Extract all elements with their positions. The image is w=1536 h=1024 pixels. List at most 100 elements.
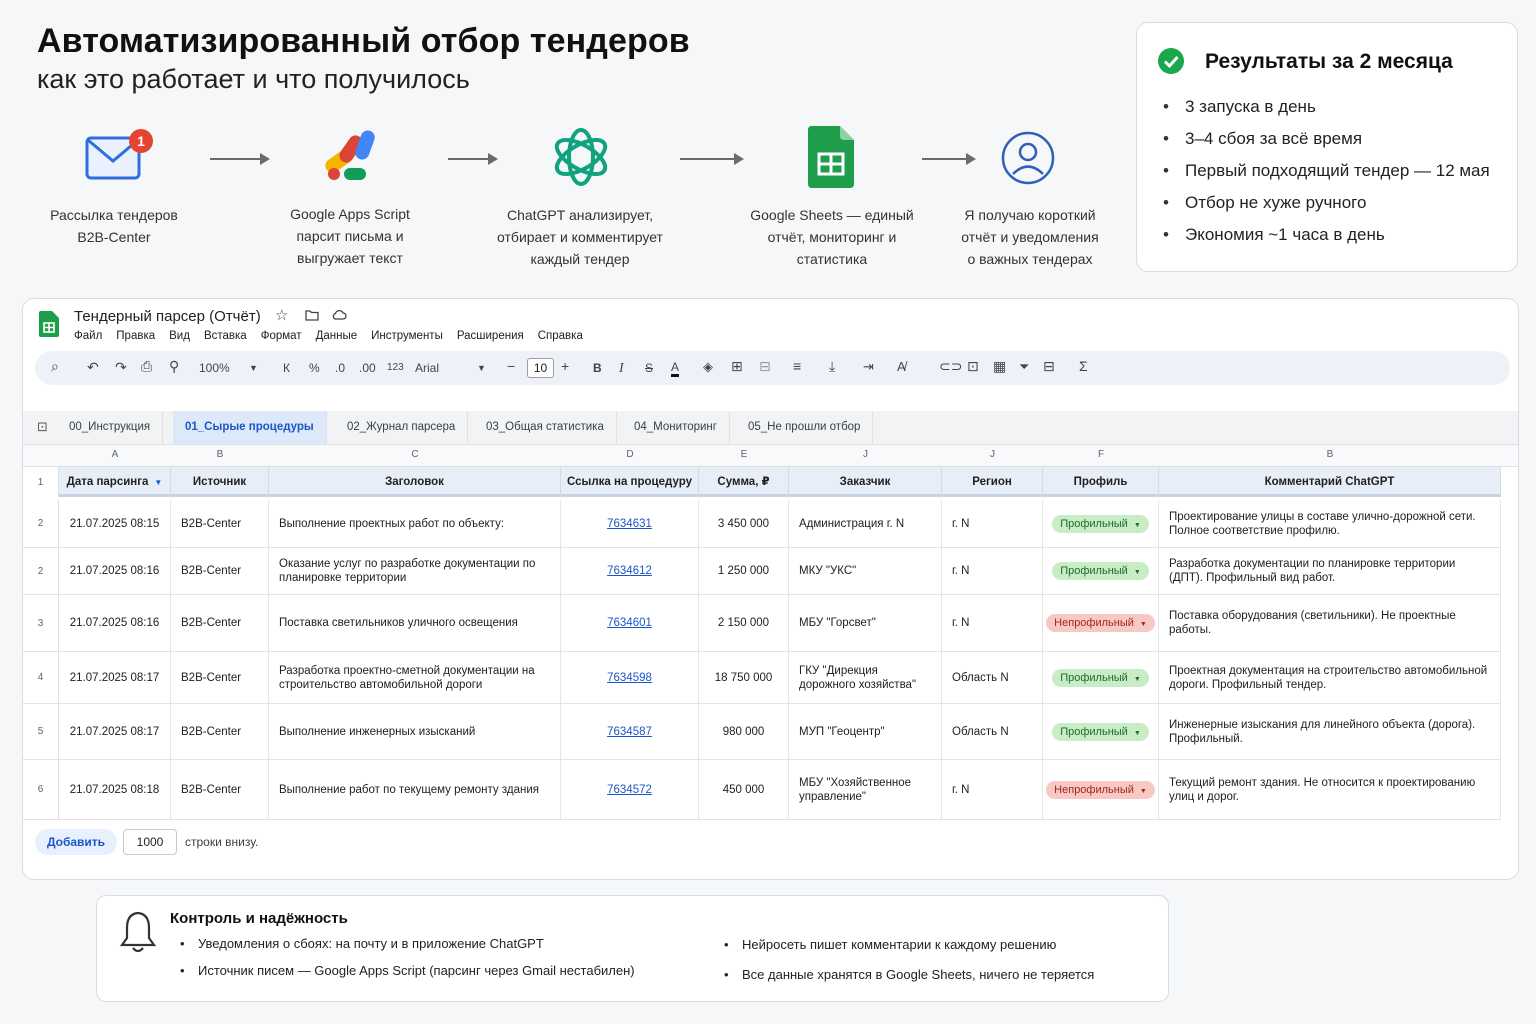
header-cell[interactable]: Ссылка на процедуру [561, 467, 699, 497]
font-size-input[interactable]: 10 [527, 358, 554, 378]
text-color-icon[interactable]: A [671, 361, 680, 377]
column-letter[interactable]: F [1043, 449, 1159, 460]
column-letter[interactable]: B [1159, 449, 1501, 460]
functions-icon[interactable]: Σ [1079, 358, 1088, 374]
table-cell-region[interactable]: г. N [942, 500, 1043, 547]
header-cell[interactable]: Профиль [1043, 467, 1159, 497]
menu-item-data[interactable]: Данные [316, 330, 358, 342]
table-cell-title[interactable]: Выполнение проектных работ по объекту: [269, 500, 561, 547]
menu-item-file[interactable]: Файл [74, 330, 102, 342]
table-cell-customer[interactable]: Администрация г. N [789, 500, 942, 547]
header-cell[interactable]: Заказчик [789, 467, 942, 497]
row-number[interactable]: 5 [23, 704, 59, 759]
row-number[interactable]: 3 [23, 595, 59, 651]
header-cell[interactable]: Сумма, ₽ [699, 467, 789, 497]
row-number[interactable]: 2 [23, 500, 59, 547]
table-cell-sum[interactable]: 3 450 000 [699, 500, 789, 547]
table-cell-customer[interactable]: МБУ "Хозяйственное управление" [789, 760, 942, 819]
redo-icon[interactable]: ↷ [115, 359, 127, 376]
document-title[interactable]: Тендерный парсер (Отчёт) [74, 308, 261, 325]
header-cell[interactable]: Регион [942, 467, 1043, 497]
filter-icon[interactable]: ⏷ [1019, 359, 1029, 375]
comment-icon[interactable]: ⊡ [967, 358, 979, 375]
table-cell-region[interactable]: г. N [942, 548, 1043, 594]
font-select[interactable]: Arial [415, 361, 439, 375]
borders-icon[interactable]: ⊞ [731, 358, 743, 375]
table-cell-date[interactable]: 21.07.2025 08:16 [59, 548, 171, 594]
bold-icon[interactable]: B [593, 361, 602, 375]
cloud-icon[interactable] [331, 309, 347, 321]
header-cell[interactable]: Заголовок [269, 467, 561, 497]
header-cell[interactable]: Дата парсинга ▼ [59, 467, 171, 497]
tab-parser-log[interactable]: 02_Журнал парсера [335, 411, 469, 444]
table-cell-sum[interactable]: 980 000 [699, 704, 789, 759]
row-number[interactable]: 4 [23, 652, 59, 703]
table-cell-region[interactable]: г. N [942, 595, 1043, 651]
italic-icon[interactable]: I [619, 361, 624, 377]
table-cell-comment[interactable]: Инженерные изыскания для линейного объек… [1159, 704, 1501, 759]
table-cell-sum[interactable]: 450 000 [699, 760, 789, 819]
table-cell-title[interactable]: Оказание услуг по разработке документаци… [269, 548, 561, 594]
text-wrap-icon[interactable]: ⇥ [863, 359, 874, 375]
table-cell-customer[interactable]: МКУ "УКС" [789, 548, 942, 594]
column-letter[interactable]: J [942, 449, 1043, 460]
undo-icon[interactable]: ↶ [87, 359, 99, 376]
table-cell-customer[interactable]: ГКУ "Дирекция дорожного хозяйства" [789, 652, 942, 703]
column-letter[interactable]: C [269, 449, 561, 460]
procedure-link[interactable]: 7634631 [607, 517, 652, 531]
tab-monitoring[interactable]: 04_Мониторинг [622, 411, 730, 444]
table-cell-link[interactable]: 7634587 [561, 704, 699, 759]
chart-icon[interactable]: ▦ [993, 358, 1006, 375]
profile-dropdown[interactable]: Непрофильный ▼ [1046, 614, 1155, 632]
sort-indicator-icon[interactable]: ▼ [154, 478, 162, 487]
profile-dropdown[interactable]: Профильный ▼ [1052, 514, 1149, 533]
table-cell-source[interactable]: B2B-Center [171, 760, 269, 819]
table-cell-title[interactable]: Выполнение работ по текущему ремонту зда… [269, 760, 561, 819]
table-cell-customer[interactable]: МУП "Геоцентр" [789, 704, 942, 759]
row-number[interactable]: 6 [23, 760, 59, 819]
table-cell-profile[interactable]: Непрофильный ▼ [1043, 595, 1159, 651]
table-cell-profile[interactable]: Непрофильный ▼ [1043, 760, 1159, 819]
add-rows-button[interactable]: Добавить [35, 829, 117, 855]
add-rows-count-input[interactable]: 1000 [123, 829, 177, 855]
column-letter[interactable]: E [699, 449, 789, 460]
profile-dropdown[interactable]: Непрофильный ▼ [1046, 780, 1155, 799]
table-cell-comment[interactable]: Проектирование улицы в составе улично-до… [1159, 500, 1501, 547]
menu-item-help[interactable]: Справка [538, 330, 583, 342]
table-cell-date[interactable]: 21.07.2025 08:17 [59, 704, 171, 759]
menu-item-format[interactable]: Формат [261, 330, 302, 342]
table-cell-region[interactable]: Область N [942, 652, 1043, 703]
sheet-list-icon[interactable]: ⊡ [37, 419, 48, 435]
menu-item-edit[interactable]: Правка [116, 330, 155, 342]
column-letter[interactable]: A [59, 449, 171, 460]
table-cell-title[interactable]: Выполнение инженерных изысканий [269, 704, 561, 759]
procedure-link[interactable]: 7634572 [607, 783, 652, 797]
font-size-decrease-button[interactable]: − [507, 358, 515, 374]
table-cell-title[interactable]: Разработка проектно-сметной документации… [269, 652, 561, 703]
currency-format-button[interactable]: К [283, 361, 290, 375]
tab-rejected[interactable]: 05_Не прошли отбор [736, 411, 874, 444]
table-cell-sum[interactable]: 1 250 000 [699, 548, 789, 594]
strikethrough-icon[interactable]: S [645, 361, 653, 375]
tab-general-stats[interactable]: 03_Общая статистика [474, 411, 617, 444]
align-icon[interactable]: ≡ [793, 358, 801, 374]
header-cell[interactable]: Комментарий ChatGPT [1159, 467, 1501, 497]
table-cell-sum[interactable]: 2 150 000 [699, 595, 789, 651]
menu-item-tools[interactable]: Инструменты [371, 330, 443, 342]
filter-views-icon[interactable]: ⊟ [1043, 358, 1055, 375]
vertical-align-icon[interactable]: ⤓ [829, 358, 835, 375]
table-cell-comment[interactable]: Текущий ремонт здания. Не относится к пр… [1159, 760, 1501, 819]
column-letter[interactable]: B [171, 449, 269, 460]
procedure-link[interactable]: 7634612 [607, 564, 652, 578]
column-letter[interactable]: J [789, 449, 942, 460]
paint-format-icon[interactable]: ⚲ [169, 358, 179, 375]
tab-instruction[interactable]: 00_Инструкция [57, 411, 164, 444]
table-cell-source[interactable]: B2B-Center [171, 704, 269, 759]
table-cell-link[interactable]: 7634572 [561, 760, 699, 819]
table-cell-link[interactable]: 7634612 [561, 548, 699, 594]
table-cell-region[interactable]: г. N [942, 760, 1043, 819]
profile-dropdown[interactable]: Профильный ▼ [1052, 722, 1149, 741]
header-cell[interactable]: Источник [171, 467, 269, 497]
table-cell-title[interactable]: Поставка светильников уличного освещения [269, 595, 561, 651]
decrease-decimal-button[interactable]: .0 [335, 361, 345, 375]
